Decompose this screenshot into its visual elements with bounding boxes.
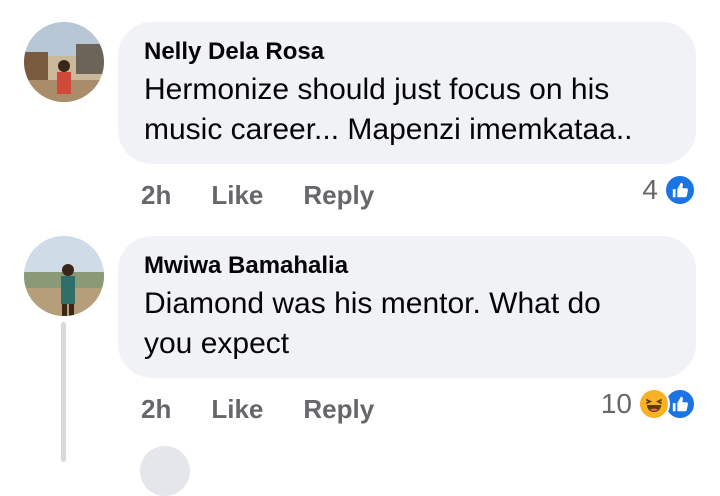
avatar[interactable] — [24, 236, 104, 316]
reply-thread-line — [61, 322, 66, 462]
reply-button[interactable]: Reply — [303, 180, 374, 211]
comment-bubble: Mwiwa Bamahalia Diamond was his mentor. … — [118, 236, 696, 378]
comment-text-line: you expect — [144, 327, 290, 360]
reaction-count: 10 — [600, 388, 632, 419]
reaction-summary[interactable]: 4 — [642, 174, 696, 206]
avatar-photo — [24, 236, 104, 316]
comment-author[interactable]: Nelly Dela Rosa — [144, 38, 670, 66]
avatar[interactable] — [24, 22, 104, 102]
comment-timestamp[interactable]: 2h — [141, 180, 171, 211]
avatar-photo — [24, 22, 104, 102]
reply-button[interactable]: Reply — [303, 394, 374, 425]
avatar — [140, 446, 190, 496]
comment-text: Diamond was his mentor. What do you expe… — [144, 284, 670, 364]
reaction-count: 4 — [642, 174, 658, 205]
comment-bubble: Nelly Dela Rosa Hermonize should just fo… — [118, 22, 696, 164]
comment-actions: 2h Like Reply — [141, 394, 374, 425]
comment-text-line: music career... Mapenzi imemkataa.. — [144, 113, 633, 146]
comment-actions: 2h Like Reply — [141, 180, 374, 211]
comment-text-line: Hermonize should just focus on his — [144, 73, 610, 106]
haha-icon — [638, 388, 670, 420]
reaction-summary[interactable]: 10 — [601, 388, 696, 420]
comment-timestamp[interactable]: 2h — [141, 394, 171, 425]
comment-text: Hermonize should just focus on his music… — [144, 70, 670, 150]
like-button[interactable]: Like — [211, 394, 263, 425]
like-icon — [664, 174, 696, 206]
comment-author[interactable]: Mwiwa Bamahalia — [144, 252, 670, 280]
comment-text-line: Diamond was his mentor. What do — [144, 287, 601, 320]
like-button[interactable]: Like — [211, 180, 263, 211]
